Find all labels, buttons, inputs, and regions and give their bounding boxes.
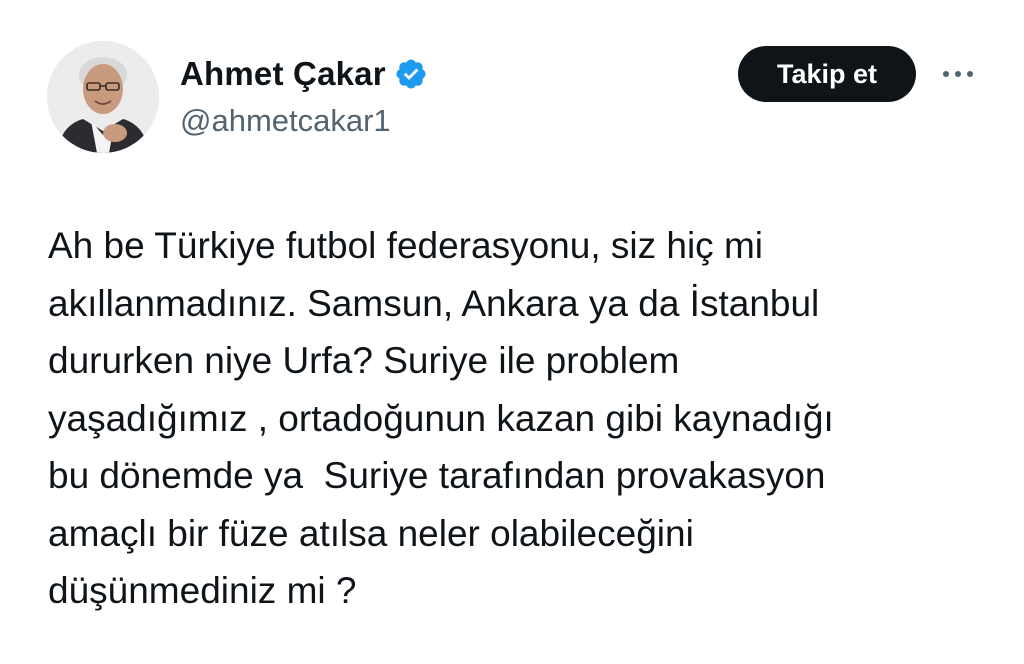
avatar[interactable] bbox=[47, 41, 159, 153]
follow-button[interactable]: Takip et bbox=[738, 46, 916, 102]
author-display-name[interactable]: Ahmet Çakar bbox=[180, 55, 386, 93]
tweet-text: Ah be Türkiye futbol federasyonu, siz hi… bbox=[48, 225, 834, 611]
more-options-icon[interactable] bbox=[938, 60, 978, 88]
tweet-card: Ahmet Çakar @ahmetcakar1 Takip et Ah be … bbox=[0, 0, 1024, 664]
author-name-row: Ahmet Çakar bbox=[180, 52, 428, 96]
author-handle[interactable]: @ahmetcakar1 bbox=[180, 103, 391, 139]
profile-photo bbox=[47, 41, 159, 153]
verified-badge-icon[interactable] bbox=[394, 57, 428, 91]
